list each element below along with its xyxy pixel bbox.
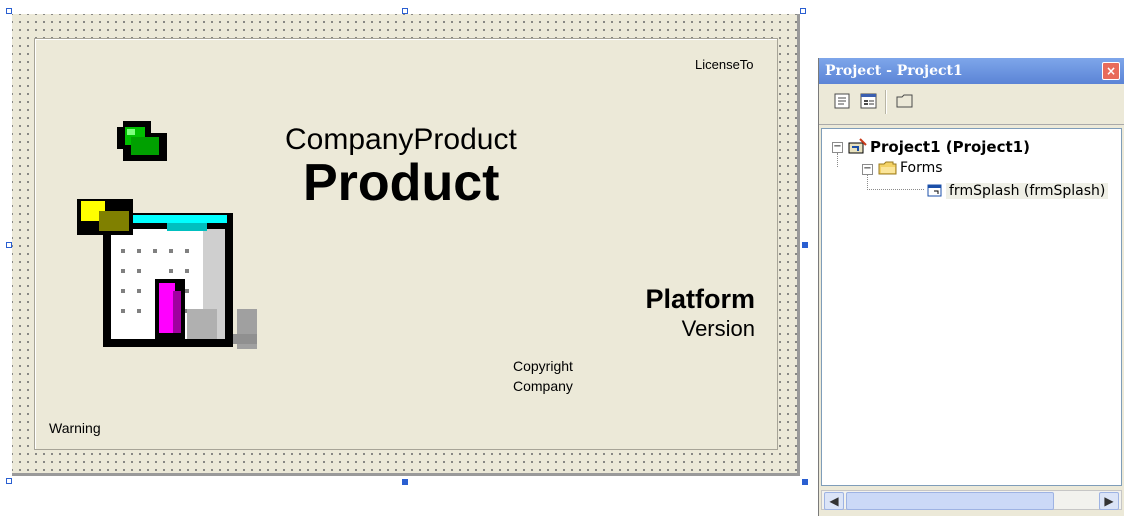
- project-icon: [848, 138, 867, 154]
- resize-handle-mid-right[interactable]: [802, 242, 808, 248]
- warning-label[interactable]: Warning: [49, 420, 101, 436]
- collapse-forms-icon[interactable]: −: [862, 164, 873, 175]
- tree-line-form: [867, 175, 924, 190]
- scroll-left-icon[interactable]: ◀: [824, 492, 844, 510]
- tree-line-forms: [837, 153, 839, 167]
- license-to-label[interactable]: LicenseTo: [695, 57, 754, 72]
- toolbar-separator: [885, 90, 887, 114]
- copyright-block[interactable]: Copyright Company: [513, 356, 573, 396]
- resize-handle-top-mid: [402, 8, 408, 14]
- view-object-icon[interactable]: [859, 92, 879, 110]
- resize-handle-top-right: [800, 8, 806, 14]
- company-product-label[interactable]: CompanyProduct: [285, 123, 517, 157]
- resize-handle-mid-left: [6, 242, 12, 248]
- resize-handle-bottom-left: [6, 478, 12, 484]
- project-explorer-panel: Project - Project1 × − Project1 (Project…: [818, 58, 1124, 516]
- horizontal-scrollbar[interactable]: ◀ ▶: [821, 490, 1122, 510]
- project-explorer-titlebar[interactable]: Project - Project1 ×: [819, 58, 1124, 84]
- close-icon[interactable]: ×: [1102, 62, 1120, 80]
- resize-handle-bottom-right[interactable]: [802, 479, 808, 485]
- package-image-icon[interactable]: [77, 119, 257, 349]
- resize-handle-bottom-mid[interactable]: [402, 479, 408, 485]
- project-explorer-title: Project - Project1: [825, 63, 963, 79]
- folder-icon: [878, 161, 897, 175]
- tree-item-forms[interactable]: Forms: [900, 160, 943, 176]
- version-label[interactable]: Version: [682, 316, 755, 342]
- scroll-right-icon[interactable]: ▶: [1099, 492, 1119, 510]
- project-tree[interactable]: − Project1 (Project1) − Forms frmSplash …: [821, 128, 1122, 486]
- tree-item-project[interactable]: Project1 (Project1): [870, 138, 1030, 156]
- view-code-icon[interactable]: [833, 92, 853, 110]
- platform-label[interactable]: Platform: [645, 284, 755, 315]
- collapse-project-icon[interactable]: −: [832, 142, 843, 153]
- scrollbar-thumb[interactable]: [846, 492, 1054, 510]
- tree-item-frmsplash[interactable]: frmSplash (frmSplash): [946, 183, 1109, 199]
- toggle-folders-icon[interactable]: [895, 92, 915, 110]
- copyright-label[interactable]: Copyright: [513, 356, 573, 376]
- form-icon: [927, 184, 942, 197]
- project-explorer-toolbar: [819, 84, 1124, 125]
- product-label[interactable]: Product: [303, 153, 499, 213]
- splash-frame[interactable]: LicenseTo CompanyProduct Product Platfor…: [34, 38, 778, 450]
- resize-handle-top-left: [6, 8, 12, 14]
- company-label[interactable]: Company: [513, 376, 573, 396]
- form-designer[interactable]: LicenseTo CompanyProduct Product Platfor…: [12, 14, 800, 476]
